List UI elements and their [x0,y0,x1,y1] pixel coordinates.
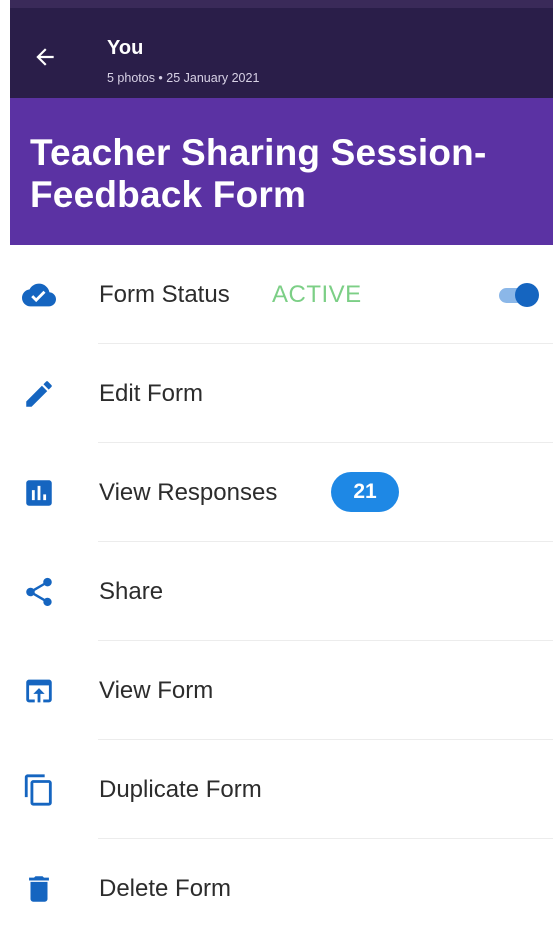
form-banner: Teacher Sharing Session-Feedback Form [10,98,553,245]
menu-item-form-status[interactable]: Form Status ACTIVE [0,245,553,344]
menu-item-duplicate-form[interactable]: Duplicate Form [0,740,553,839]
bar-chart-icon [26,480,52,506]
menu-item-label: Edit Form [99,380,204,407]
menu-item-delete-form[interactable]: Delete Form [0,839,553,932]
copy-icon [24,774,52,806]
menu-item-share[interactable]: Share [0,542,553,641]
status-badge: ACTIVE [272,281,362,308]
menu-item-view-responses[interactable]: View Responses 21 [0,443,553,542]
previous-status-bar [10,0,553,8]
pencil-icon [26,381,52,407]
menu-item-label: Form Status [99,281,230,308]
response-count-badge: 21 [331,472,399,512]
open-in-new-icon [26,679,52,703]
form-title: Teacher Sharing Session-Feedback Form [30,132,487,215]
menu-item-label: Delete Form [99,875,232,902]
menu-item-label: Share [99,578,164,605]
header-title: You [107,37,144,59]
menu-item-view-form[interactable]: View Form [0,641,553,740]
cloud-check-icon [22,283,56,307]
toggle-thumb [515,283,539,307]
form-status-toggle[interactable] [497,283,541,307]
share-icon [26,577,52,607]
screen: You 5 photos • 25 January 2021 Teacher S… [0,0,553,932]
menu-item-label: View Form [99,677,214,704]
trash-icon [29,876,49,902]
header-subtitle: 5 photos • 25 January 2021 [107,71,260,85]
back-arrow-icon[interactable] [32,44,58,70]
menu-item-label: Duplicate Form [99,776,262,803]
form-options-menu: Form Status ACTIVE Edit Form View Respon… [0,245,553,932]
menu-item-label: View Responses [99,479,278,506]
gallery-header: You 5 photos • 25 January 2021 [10,8,553,98]
menu-item-edit-form[interactable]: Edit Form [0,344,553,443]
